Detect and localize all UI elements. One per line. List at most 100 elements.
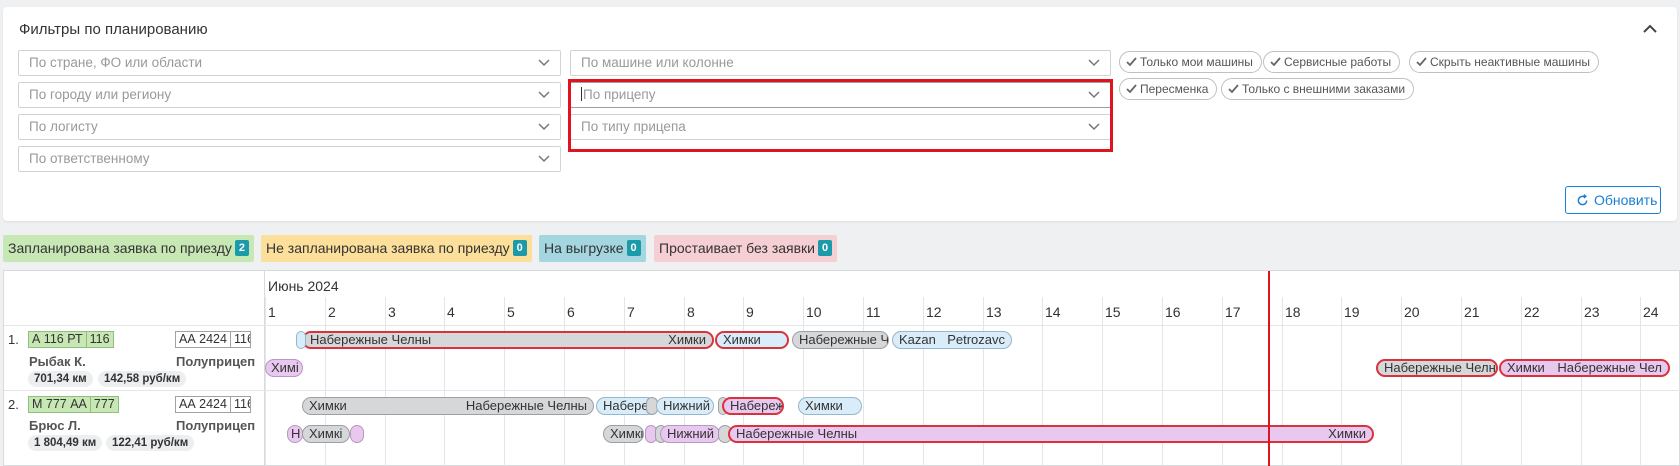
legend-not-planned[interactable]: Не запланирована заявка по приезду 0 — [261, 235, 532, 262]
day-grid-line — [385, 297, 386, 466]
check-icon — [1270, 57, 1281, 67]
trailer-plate[interactable]: АА 2424116 — [175, 331, 251, 348]
trip-bar[interactable]: Нижний — [656, 397, 714, 415]
trip-bar[interactable] — [296, 331, 306, 349]
chevron-up-icon[interactable] — [1643, 24, 1657, 34]
day-label: 16 — [1165, 304, 1181, 320]
planning-page: Фильтры по планированию По стране, ФО ил… — [0, 0, 1680, 466]
check-icon — [1228, 84, 1239, 94]
day-label: 23 — [1584, 304, 1600, 320]
legend-idle[interactable]: Простаивает без заявки 0 — [654, 235, 838, 262]
day-label: 21 — [1464, 304, 1480, 320]
trip-bar[interactable]: Н — [287, 425, 303, 443]
chip-external-orders[interactable]: Только с внешними заказами — [1221, 78, 1415, 100]
trip-bar[interactable]: Химі — [265, 359, 303, 377]
trip-bar[interactable]: Набережные Челнь — [1376, 359, 1498, 377]
chip-shift-change[interactable]: Пересменка — [1119, 78, 1218, 100]
day-label: 18 — [1285, 304, 1301, 320]
trip-bar[interactable]: Химки — [715, 331, 789, 349]
rate-stat: 142,58 руб/км — [98, 371, 187, 387]
day-grid-line — [1461, 297, 1462, 466]
trip-bar[interactable] — [350, 425, 364, 443]
day-grid-line — [564, 297, 565, 466]
chevron-down-icon — [538, 91, 550, 99]
trip-bar[interactable]: Набережные Челны Химки — [302, 331, 714, 349]
chevron-down-icon — [1088, 59, 1100, 67]
trip-bar[interactable]: Набережные Че — [792, 331, 889, 349]
chevron-down-icon — [538, 123, 550, 131]
distance-stat: 1 804,49 км — [28, 435, 103, 451]
rate-stat: 122,41 руб/км — [106, 435, 195, 451]
chip-my-vehicles[interactable]: Только мои машины — [1119, 51, 1262, 73]
chevron-down-icon — [538, 59, 550, 67]
day-grid-line — [1401, 297, 1402, 466]
trailer-type: Полуприцеп — [176, 418, 256, 433]
day-label: 20 — [1404, 304, 1420, 320]
current-time-line — [1268, 271, 1270, 466]
day-label: 9 — [746, 304, 754, 320]
day-label: 7 — [627, 304, 635, 320]
trip-bar[interactable]: Химкі — [302, 425, 350, 443]
check-icon — [1416, 57, 1427, 67]
count-badge: 0 — [626, 240, 641, 257]
trip-bar[interactable]: Набережные Челны Химки — [728, 425, 1374, 443]
highlight-frame — [568, 79, 1113, 152]
row-divider — [4, 325, 1680, 326]
vehicle-filter-select[interactable]: По машине или колонне — [570, 50, 1111, 76]
legend-unloading[interactable]: На выгрузке 0 — [539, 235, 646, 262]
responsible-filter-select[interactable]: По ответственному — [18, 146, 561, 172]
trip-bar[interactable]: Химкі — [603, 425, 644, 443]
day-grid-line — [1521, 297, 1522, 466]
count-badge: 2 — [234, 240, 249, 257]
distance-stat: 701,34 км — [28, 371, 93, 387]
day-label: 5 — [507, 304, 515, 320]
day-label: 19 — [1344, 304, 1360, 320]
trailer-type: Полуприцеп — [176, 354, 256, 369]
check-icon — [1126, 84, 1137, 94]
driver-name[interactable]: Брюс Л. — [29, 418, 81, 433]
count-badge: 0 — [818, 240, 833, 257]
city-filter-select[interactable]: По городу или региону — [18, 82, 561, 108]
day-grid-line — [1581, 297, 1582, 466]
check-icon — [1126, 57, 1137, 67]
chip-service-works[interactable]: Сервисные работы — [1263, 51, 1401, 73]
day-grid-line — [504, 297, 505, 466]
day-label: 2 — [328, 304, 336, 320]
logist-filter-select[interactable]: По логисту — [18, 114, 561, 140]
chevron-down-icon — [538, 155, 550, 163]
gantt-month-label: Июнь 2024 — [268, 278, 339, 294]
day-label: 10 — [806, 304, 822, 320]
day-label: 14 — [1045, 304, 1061, 320]
day-label: 1 — [268, 304, 276, 320]
day-label: 4 — [447, 304, 455, 320]
vehicle-plate[interactable]: М 777 АА 777 — [28, 396, 119, 413]
row-divider — [4, 390, 1680, 391]
vehicle-plate[interactable]: А 116 РТ 116 — [28, 331, 114, 348]
day-label: 22 — [1524, 304, 1540, 320]
day-label: 6 — [567, 304, 575, 320]
refresh-button[interactable]: Обновить — [1565, 186, 1661, 214]
country-filter-select[interactable]: По стране, ФО или области — [18, 50, 561, 76]
chip-hide-inactive[interactable]: Скрыть неактивные машины — [1409, 51, 1599, 73]
day-grid-line — [1640, 297, 1641, 466]
trip-bar[interactable]: Химки Набережные Чел — [1499, 359, 1670, 377]
day-label: 17 — [1225, 304, 1241, 320]
trip-bar[interactable]: Kazan Petrozavc — [892, 331, 1012, 349]
count-badge: 0 — [512, 240, 527, 257]
day-label: 24 — [1643, 304, 1659, 320]
driver-name[interactable]: Рыбак К. — [29, 354, 86, 369]
day-label: 11 — [866, 304, 881, 320]
row-number: 2. — [8, 397, 19, 412]
trip-bar[interactable]: Химки Набережные Челны — [302, 397, 594, 415]
trailer-plate[interactable]: АА 2424116 — [175, 396, 251, 413]
trip-bar[interactable]: Нижний — [660, 425, 720, 443]
row-number: 1. — [8, 332, 19, 347]
day-label: 3 — [388, 304, 396, 320]
day-grid-line — [265, 297, 266, 466]
trip-bar[interactable]: Химки — [798, 397, 862, 415]
trip-bar[interactable]: Набереж — [722, 397, 784, 415]
day-label: 12 — [926, 304, 942, 320]
day-label: 13 — [986, 304, 1002, 320]
legend-planned[interactable]: Запланирована заявка по приезду 2 — [3, 235, 254, 262]
day-label: 8 — [687, 304, 695, 320]
